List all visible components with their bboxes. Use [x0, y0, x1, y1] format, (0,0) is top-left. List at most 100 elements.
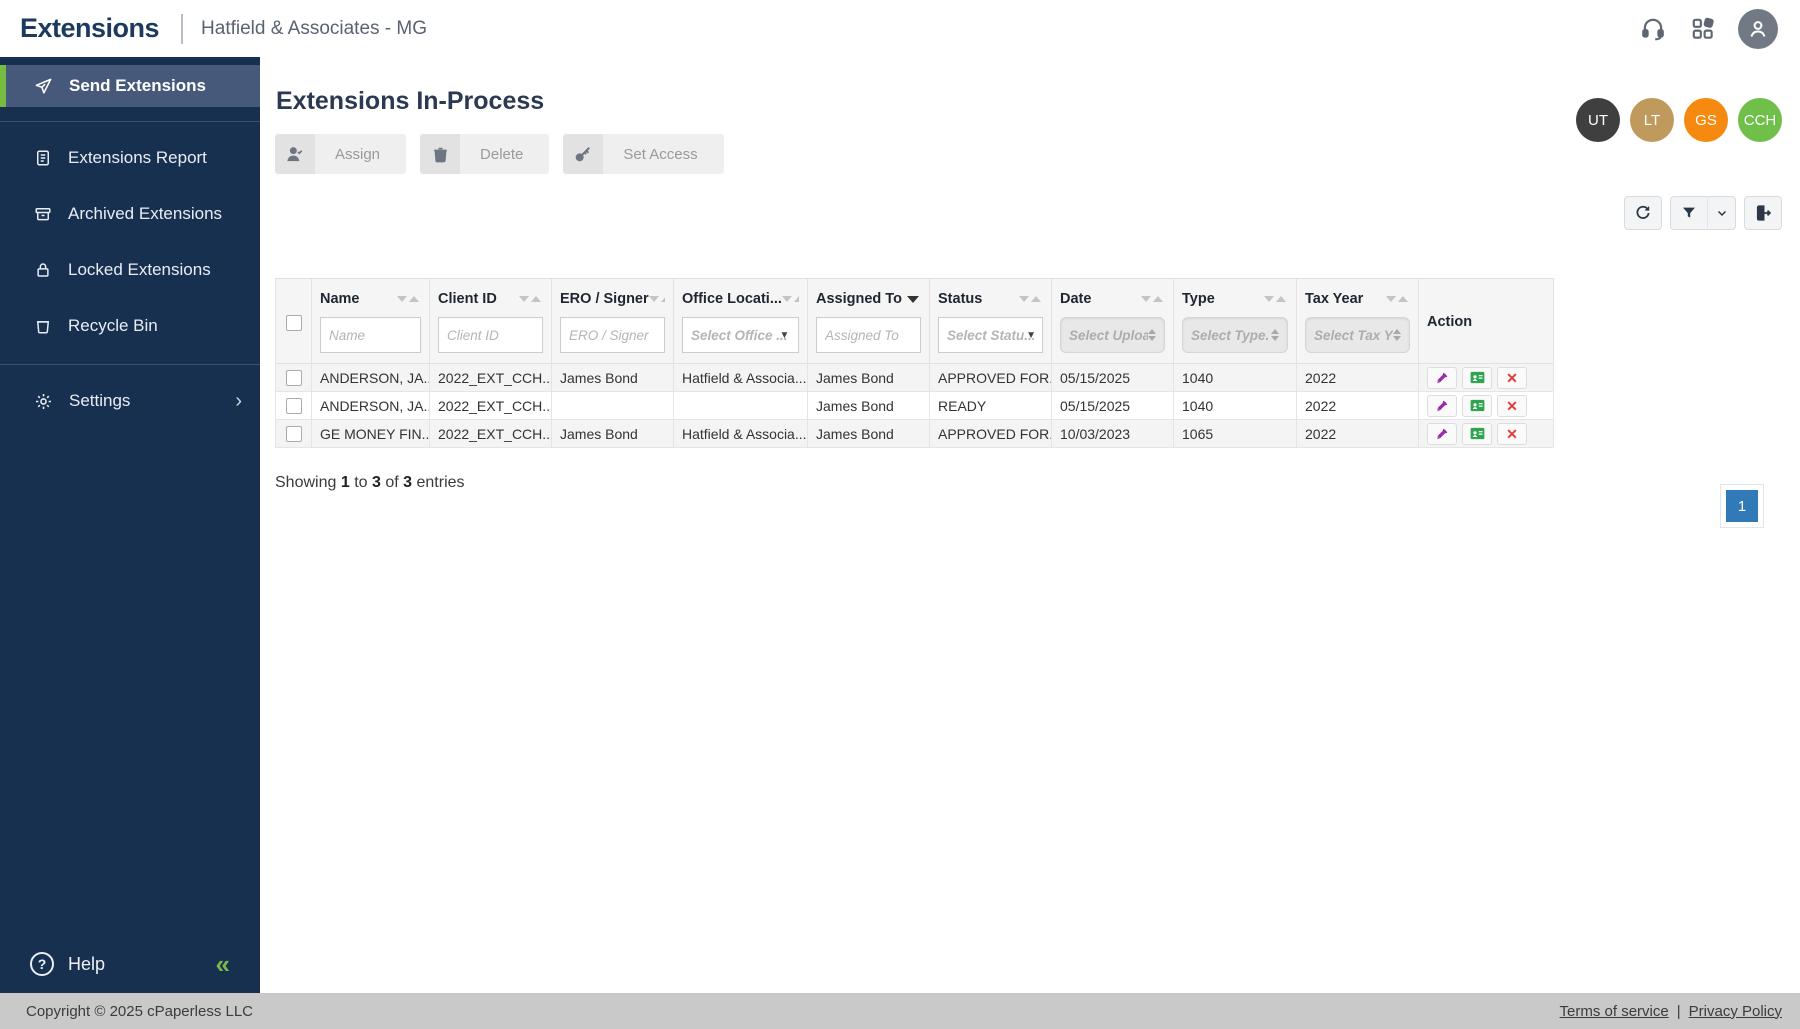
assign-person-icon — [275, 134, 315, 174]
refresh-button[interactable] — [1624, 196, 1662, 230]
filter-menu-button[interactable] — [1708, 196, 1736, 230]
table-tools — [1624, 196, 1782, 230]
delete-x-button[interactable]: ✕ — [1497, 423, 1527, 445]
set-access-button[interactable]: Set Access — [563, 134, 723, 174]
export-button[interactable] — [1744, 196, 1782, 230]
sidebar-item-extensions-report[interactable]: Extensions Report — [0, 136, 260, 180]
sidebar-item-locked-extensions[interactable]: Locked Extensions — [0, 248, 260, 292]
column-header-ero-signer[interactable]: ERO / Signer — [552, 279, 674, 364]
cell-ero-signer: James Bond — [552, 364, 674, 392]
avatar-ut[interactable]: UT — [1576, 98, 1620, 142]
cell-date: 10/03/2023 — [1052, 420, 1174, 448]
send-rocket-button[interactable] — [1427, 395, 1457, 417]
sort-icons[interactable] — [1019, 296, 1043, 302]
footer-link-separator: | — [1677, 1003, 1681, 1020]
page-1-button[interactable]: 1 — [1726, 490, 1758, 522]
sort-icons[interactable] — [519, 296, 543, 302]
contact-card-button[interactable] — [1462, 367, 1492, 389]
sort-icons[interactable] — [1141, 296, 1165, 302]
select-all-checkbox[interactable] — [286, 315, 302, 331]
sort-icons[interactable] — [782, 296, 799, 302]
headset-icon — [1640, 16, 1666, 42]
sort-icons[interactable] — [1386, 296, 1410, 302]
user-filter-avatars: UT LT GS CCH — [1576, 98, 1782, 142]
ero-signer-filter-input[interactable] — [560, 317, 665, 353]
table-row[interactable]: ANDERSON, JA... 2022_EXT_CCH... James Bo… — [276, 364, 1554, 392]
extensions-table-wrap: Name Client ID ERO / Signer — [275, 278, 1782, 448]
column-header-tax-year[interactable]: Tax Year Select Tax Y — [1297, 279, 1419, 364]
user-icon — [1746, 17, 1770, 41]
avatar-cch[interactable]: CCH — [1738, 98, 1782, 142]
column-header-action: Action — [1419, 279, 1554, 364]
delete-x-button[interactable]: ✕ — [1497, 367, 1527, 389]
contact-card-button[interactable] — [1462, 395, 1492, 417]
send-rocket-button[interactable] — [1427, 423, 1457, 445]
support-headset-button[interactable] — [1638, 14, 1668, 44]
row-checkbox[interactable] — [286, 426, 302, 442]
main-content: Extensions In-Process Assign — [260, 57, 1800, 993]
assigned-to-filter-input[interactable] — [816, 317, 921, 353]
header-actions — [1638, 9, 1778, 49]
entries-summary: Showing 1 to 3 of 3 entries — [275, 474, 1782, 492]
gear-icon — [34, 392, 53, 411]
row-checkbox[interactable] — [286, 370, 302, 386]
sidebar-item-settings[interactable]: Settings › — [0, 379, 260, 423]
status-filter-select[interactable]: Select Statu...▼ — [938, 317, 1043, 353]
send-rocket-button[interactable] — [1427, 367, 1457, 389]
type-filter-select: Select Type. — [1182, 317, 1288, 353]
sidebar-item-recycle-bin[interactable]: Recycle Bin — [0, 304, 260, 348]
user-menu-button[interactable] — [1738, 9, 1778, 49]
column-header-type[interactable]: Type Select Type. — [1174, 279, 1297, 364]
cell-assigned-to: James Bond — [808, 364, 930, 392]
dropdown-caret-icon: ▼ — [780, 330, 790, 341]
row-checkbox[interactable] — [286, 398, 302, 414]
privacy-policy-link[interactable]: Privacy Policy — [1689, 1003, 1782, 1020]
column-header-office-location[interactable]: Office Locati... Select Office ...▼ — [674, 279, 808, 364]
sidebar-item-label: Settings — [69, 391, 130, 411]
delete-x-button[interactable]: ✕ — [1497, 395, 1527, 417]
column-header-name[interactable]: Name — [312, 279, 430, 364]
terms-of-service-link[interactable]: Terms of service — [1560, 1003, 1669, 1020]
delete-button[interactable]: Delete — [420, 134, 549, 174]
app-logo: Extensions — [20, 13, 159, 44]
avatar-lt[interactable]: LT — [1630, 98, 1674, 142]
avatar-gs[interactable]: GS — [1684, 98, 1728, 142]
sort-icon-active[interactable] — [907, 296, 921, 303]
office-filter-select[interactable]: Select Office ...▼ — [682, 317, 799, 353]
collapse-sidebar-icon[interactable]: « — [216, 951, 230, 977]
filter-funnel-icon — [1681, 205, 1697, 221]
app-root: Extensions Hatfield & Associates - MG — [0, 0, 1800, 1029]
column-header-status[interactable]: Status Select Statu...▼ — [930, 279, 1052, 364]
cell-office — [674, 392, 808, 420]
column-header-assigned-to[interactable]: Assigned To — [808, 279, 930, 364]
filter-button[interactable] — [1670, 196, 1708, 230]
client-id-filter-input[interactable] — [438, 317, 543, 353]
cell-type: 1040 — [1174, 364, 1297, 392]
column-header-date[interactable]: Date Select Uploa — [1052, 279, 1174, 364]
sort-icons[interactable] — [397, 296, 421, 302]
name-filter-input[interactable] — [320, 317, 421, 353]
spinner-icon — [1393, 329, 1403, 341]
table-row[interactable]: ANDERSON, JA... 2022_EXT_CCH... James Bo… — [276, 392, 1554, 420]
sidebar-item-label: Extensions Report — [68, 148, 207, 168]
apps-grid-button[interactable] — [1688, 14, 1718, 44]
cell-ero-signer — [552, 392, 674, 420]
table-row[interactable]: GE MONEY FIN... 2022_EXT_CCH... James Bo… — [276, 420, 1554, 448]
actions-row: Assign Delete — [275, 134, 1782, 174]
header-divider — [181, 14, 183, 44]
column-header-client-id[interactable]: Client ID — [430, 279, 552, 364]
sidebar-item-send-extensions[interactable]: Send Extensions — [0, 65, 260, 107]
help-icon: ? — [30, 952, 54, 976]
sidebar-item-archived-extensions[interactable]: Archived Extensions — [0, 192, 260, 236]
contact-card-button[interactable] — [1462, 423, 1492, 445]
table-header-row: Name Client ID ERO / Signer — [276, 279, 1554, 364]
extensions-table: Name Client ID ERO / Signer — [275, 278, 1554, 448]
help-label[interactable]: Help — [68, 954, 105, 975]
assign-button[interactable]: Assign — [275, 134, 406, 174]
footer: Copyright © 2025 cPaperless LLC Terms of… — [0, 993, 1800, 1029]
sort-icons[interactable] — [649, 296, 665, 302]
sidebar-separator — [0, 364, 260, 365]
cell-tax-year: 2022 — [1297, 392, 1419, 420]
cell-client-id: 2022_EXT_CCH... — [430, 392, 552, 420]
sort-icons[interactable] — [1264, 296, 1288, 302]
